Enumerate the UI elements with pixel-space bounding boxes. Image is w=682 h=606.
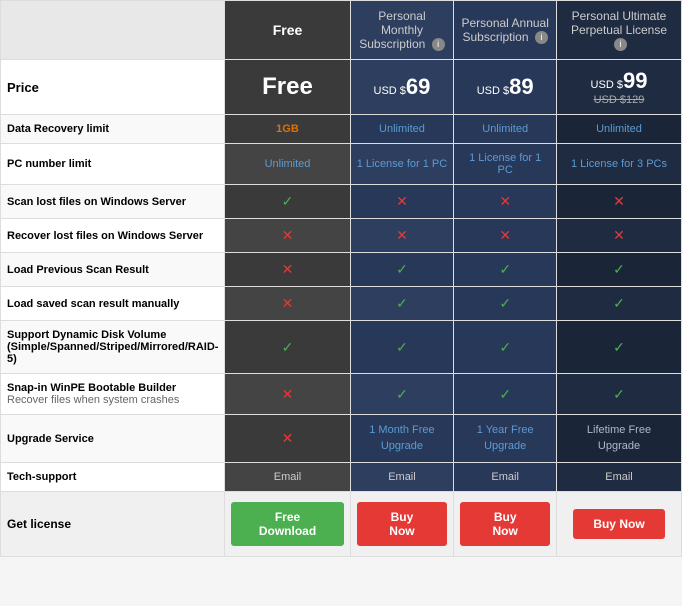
- annual-info-icon[interactable]: i: [535, 31, 548, 44]
- buy-annual-cell: Buy Now: [454, 492, 557, 557]
- row-scan-windows-server: Scan lost files on Windows Server ✓ ✕ ✕ …: [1, 185, 682, 219]
- feature-scan-windows-server: Scan lost files on Windows Server: [1, 185, 225, 219]
- header-row: Free Personal Monthly Subscription i Per…: [1, 1, 682, 60]
- row-load-scan-result: Load Previous Scan Result ✕ ✓ ✓ ✓: [1, 253, 682, 287]
- price-annual: USD $89: [454, 60, 557, 115]
- pricing-table: Free Personal Monthly Subscription i Per…: [0, 0, 682, 557]
- row-pc-limit: PC number limit Unlimited 1 License for …: [1, 144, 682, 185]
- header-free: Free: [225, 1, 350, 60]
- price-ultimate: USD $99 USD $129: [556, 60, 681, 115]
- buy-ultimate-button[interactable]: Buy Now: [573, 509, 664, 539]
- header-feature: [1, 1, 225, 60]
- row-recover-windows-server: Recover lost files on Windows Server ✕ ✕…: [1, 219, 682, 253]
- row-tech-support: Tech-support Email Email Email Email: [1, 463, 682, 492]
- feature-load-saved-scan: Load saved scan result manually: [1, 287, 225, 321]
- buy-monthly-button[interactable]: Buy Now: [357, 502, 448, 546]
- price-monthly: USD $69: [350, 60, 454, 115]
- price-label: Price: [1, 60, 225, 115]
- row-winpe-builder: Snap-in WinPE Bootable BuilderRecover fi…: [1, 374, 682, 415]
- ultimate-info-icon[interactable]: i: [614, 38, 627, 51]
- free-download-button[interactable]: Free Download: [231, 502, 343, 546]
- header-ultimate: Personal Ultimate Perpetual License i: [556, 1, 681, 60]
- monthly-info-icon[interactable]: i: [432, 38, 445, 51]
- row-upgrade-service: Upgrade Service ✕ 1 Month FreeUpgrade 1 …: [1, 415, 682, 463]
- buy-annual-button[interactable]: Buy Now: [460, 502, 550, 546]
- header-monthly: Personal Monthly Subscription i: [350, 1, 454, 60]
- free-download-cell: Free Download: [225, 492, 350, 557]
- price-free: Free: [225, 60, 350, 115]
- feature-pc-limit: PC number limit: [1, 144, 225, 185]
- header-annual: Personal Annual Subscription i: [454, 1, 557, 60]
- get-license-label: Get license: [1, 492, 225, 557]
- buy-ultimate-cell: Buy Now: [556, 492, 681, 557]
- row-load-saved-scan: Load saved scan result manually ✕ ✓ ✓ ✓: [1, 287, 682, 321]
- feature-upgrade-service: Upgrade Service: [1, 415, 225, 463]
- feature-winpe-builder: Snap-in WinPE Bootable BuilderRecover fi…: [1, 374, 225, 415]
- feature-data-recovery: Data Recovery limit: [1, 115, 225, 144]
- buy-monthly-cell: Buy Now: [350, 492, 454, 557]
- row-dynamic-disk: Support Dynamic Disk Volume (Simple/Span…: [1, 321, 682, 374]
- price-row: Price Free USD $69 USD $89 USD $99 USD $…: [1, 60, 682, 115]
- feature-recover-windows-server: Recover lost files on Windows Server: [1, 219, 225, 253]
- row-get-license: Get license Free Download Buy Now Buy No…: [1, 492, 682, 557]
- feature-dynamic-disk: Support Dynamic Disk Volume (Simple/Span…: [1, 321, 225, 374]
- row-data-recovery: Data Recovery limit 1GB Unlimited Unlimi…: [1, 115, 682, 144]
- feature-load-scan-result: Load Previous Scan Result: [1, 253, 225, 287]
- feature-tech-support: Tech-support: [1, 463, 225, 492]
